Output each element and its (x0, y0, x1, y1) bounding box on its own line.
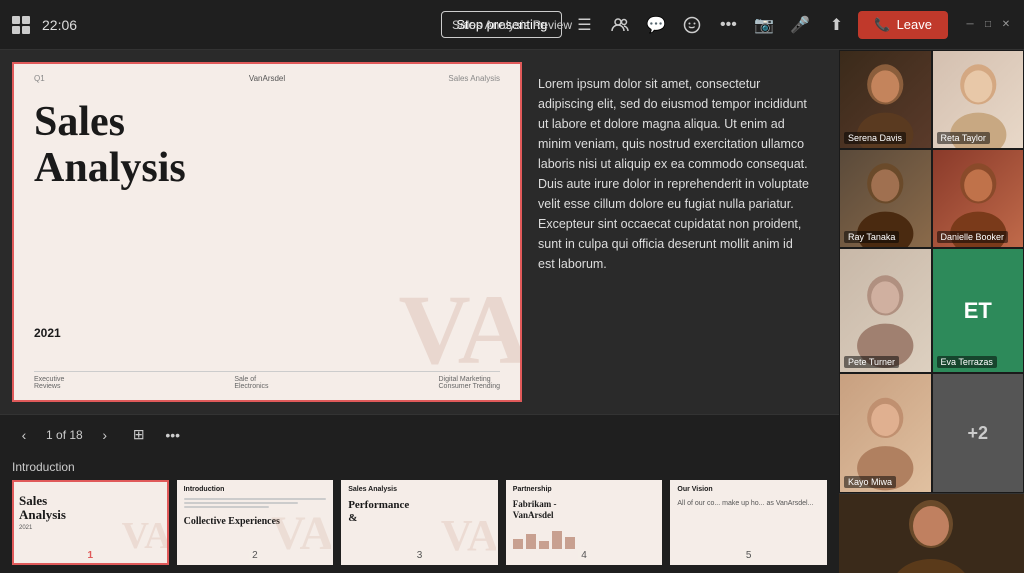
thumbnails-section-label: Introduction (12, 460, 827, 474)
thumb1-num: 1 (85, 550, 97, 561)
avatar-et: ET (933, 249, 1024, 372)
leave-button[interactable]: 📞 Leave (858, 11, 948, 39)
participant-name-ray: Ray Tanaka (844, 231, 899, 243)
list-icon[interactable]: ☰ (570, 11, 598, 39)
slide-view: Q1 VanArsdel Sales Analysis Sales Analys… (0, 50, 839, 414)
participant-more[interactable]: +2 (932, 373, 1024, 493)
thumb2-num: 2 (249, 550, 261, 561)
participant-serena-davis: Serena Davis (839, 50, 932, 149)
title-bar-left: 22:06 (12, 16, 77, 34)
slide-footer: Executive Reviews Sale of Electronics Di… (34, 371, 500, 390)
mic-icon[interactable]: 🎤 (786, 11, 814, 39)
bottom-participant (839, 493, 1024, 573)
participant-name-eva: Eva Terrazas (937, 356, 997, 368)
thumbnail-2[interactable]: Introduction Collective Experiences VA 2 (177, 480, 334, 565)
participant-danielle-booker: Danielle Booker (932, 149, 1024, 248)
more-slide-options-button[interactable]: ••• (161, 423, 185, 447)
slide-watermark: VA (398, 280, 522, 380)
minimize-button[interactable]: ─ (964, 19, 976, 31)
slide-heading-line2: Analysis (34, 145, 186, 191)
participant-name-kayo: Kayo Miwa (844, 476, 896, 488)
slide-q-label: Q1 (34, 74, 45, 83)
thumb5-label: All of our co... make up ho... as VanArs… (677, 499, 820, 508)
title-bar: 22:06 Sales Analysis Review Stop present… (0, 0, 1024, 50)
participant-kayo-miwa: Kayo Miwa (839, 373, 932, 493)
more-options-icon[interactable]: ••• (714, 11, 742, 39)
presentation-area: Q1 VanArsdel Sales Analysis Sales Analys… (0, 50, 839, 573)
share-icon[interactable]: ⬆ (822, 11, 850, 39)
camera-icon[interactable]: 📷 (750, 11, 778, 39)
participant-name-danielle: Danielle Booker (937, 231, 1009, 243)
thumb4-label: Fabrikam -VanArsdel (513, 499, 656, 521)
thumbnail-1[interactable]: SalesAnalysis 2021 VA 1 (12, 480, 169, 565)
slide-notes: Lorem ipsum dolor sit amet, consectetur … (522, 62, 827, 402)
slide-year: 2021 (34, 326, 61, 340)
time-display: 22:06 (42, 17, 77, 33)
slide-controls: ‹ 1 of 18 › ⊞ ••• (0, 414, 839, 454)
main-slide: Q1 VanArsdel Sales Analysis Sales Analys… (12, 62, 522, 402)
window-controls: ─ □ ✕ (964, 19, 1012, 31)
thumb4-num: 4 (578, 550, 590, 561)
main-content: Q1 VanArsdel Sales Analysis Sales Analys… (0, 50, 1024, 573)
participants-grid: Serena Davis Reta Taylor (839, 50, 1024, 493)
slide-brand: VanArsdel (249, 74, 285, 83)
app-title: Sales Analysis Review (452, 18, 572, 32)
slide-heading-line1: Sales (34, 99, 186, 145)
thumbnails-section: Introduction SalesAnalysis 2021 VA 1 Int… (0, 454, 839, 573)
chat-icon[interactable]: 💬 (642, 11, 670, 39)
close-button[interactable]: ✕ (1000, 19, 1012, 31)
slide-heading: Sales Analysis (34, 99, 186, 191)
next-slide-button[interactable]: › (93, 423, 117, 447)
participants-icon[interactable] (606, 11, 634, 39)
reactions-icon[interactable] (678, 11, 706, 39)
thumbnails-row: SalesAnalysis 2021 VA 1 Introduction (12, 480, 827, 565)
slide-count: 1 of 18 (46, 428, 83, 442)
participant-pete-turner: Pete Turner (839, 248, 932, 373)
participant-ray-tanaka: Ray Tanaka (839, 149, 932, 248)
participants-panel: Serena Davis Reta Taylor (839, 50, 1024, 573)
thumb5-num: 5 (743, 550, 755, 561)
prev-slide-button[interactable]: ‹ (12, 423, 36, 447)
thumb3-num: 3 (414, 550, 426, 561)
participant-eva-terrazas: ET Eva Terrazas (932, 248, 1024, 373)
fit-slide-button[interactable]: ⊞ (127, 423, 151, 447)
participant-name-reta: Reta Taylor (937, 132, 990, 144)
grid-icon[interactable] (12, 16, 30, 34)
thumbnail-5[interactable]: Our Vision All of our co... make up ho..… (670, 480, 827, 565)
thumbnail-4[interactable]: Partnership Fabrikam -VanArsdel 4 (506, 480, 663, 565)
maximize-button[interactable]: □ (982, 19, 994, 31)
participant-name-pete: Pete Turner (844, 356, 899, 368)
participant-name-serena: Serena Davis (844, 132, 906, 144)
participant-reta-taylor: Reta Taylor (932, 50, 1024, 149)
thumbnail-3[interactable]: Sales Analysis Performance& VA 3 (341, 480, 498, 565)
slide-title-label: Sales Analysis (448, 74, 500, 83)
